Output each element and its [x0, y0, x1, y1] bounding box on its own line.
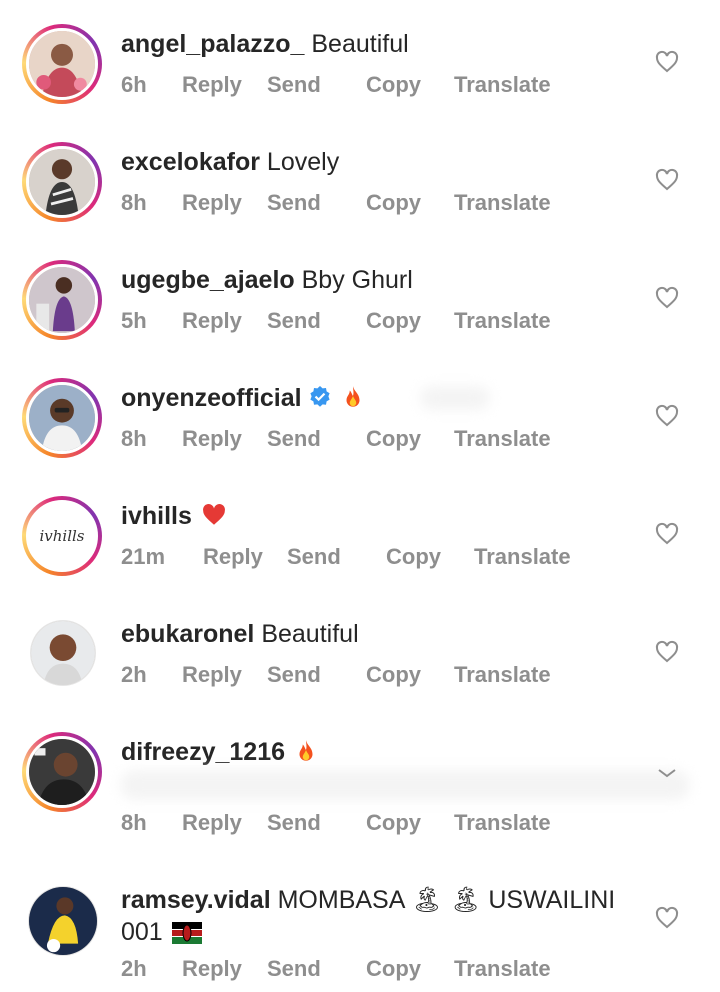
- username[interactable]: ramsey.vidal: [121, 886, 271, 914]
- like-heart-icon[interactable]: [655, 404, 679, 428]
- like-heart-icon[interactable]: [655, 50, 679, 74]
- avatar[interactable]: [22, 24, 102, 104]
- reply-button[interactable]: Reply: [203, 544, 263, 570]
- send-button[interactable]: Send: [267, 308, 321, 334]
- reply-button[interactable]: Reply: [182, 308, 242, 334]
- translate-button[interactable]: Translate: [474, 544, 571, 570]
- username[interactable]: ebukaronel: [121, 620, 254, 648]
- kenya-flag-emoji-icon: [171, 920, 203, 952]
- comment-text-continued: 001: [121, 918, 163, 946]
- comment-text: Lovely: [266, 148, 340, 176]
- like-heart-icon[interactable]: [655, 168, 679, 192]
- avatar[interactable]: [22, 378, 102, 458]
- avatar-photo: [31, 621, 95, 685]
- avatar-logo: ivhills: [26, 500, 98, 572]
- comment-time: 8h: [121, 810, 147, 835]
- verified-badge-icon: [308, 385, 332, 409]
- send-button[interactable]: Send: [267, 662, 321, 688]
- username[interactable]: excelokafor: [121, 148, 260, 176]
- reply-button[interactable]: Reply: [182, 72, 242, 98]
- reply-button[interactable]: Reply: [182, 190, 242, 216]
- copy-button[interactable]: Copy: [366, 810, 421, 836]
- copy-button[interactable]: Copy: [366, 426, 421, 452]
- comment-time: 8h: [121, 190, 147, 215]
- reply-button[interactable]: Reply: [182, 956, 242, 982]
- like-heart-icon[interactable]: [655, 522, 679, 546]
- username[interactable]: ivhills: [121, 502, 192, 530]
- avatar[interactable]: [28, 886, 98, 956]
- translate-button[interactable]: Translate: [454, 190, 551, 216]
- translate-button[interactable]: Translate: [454, 426, 551, 452]
- avatar-photo: [29, 385, 95, 451]
- translate-button[interactable]: Translate: [454, 72, 551, 98]
- comment-time: 5h: [121, 308, 147, 333]
- comment-time: 2h: [121, 662, 147, 687]
- avatar-photo: [29, 887, 97, 955]
- avatar-photo: [29, 149, 95, 215]
- like-heart-icon[interactable]: [655, 286, 679, 310]
- avatar[interactable]: [22, 142, 102, 222]
- send-button[interactable]: Send: [287, 544, 341, 570]
- copy-button[interactable]: Copy: [366, 190, 421, 216]
- avatar-photo: [29, 739, 95, 805]
- fire-emoji-icon: [293, 738, 319, 772]
- copy-button[interactable]: Copy: [366, 72, 421, 98]
- avatar[interactable]: [30, 620, 96, 686]
- comment-time: 6h: [121, 72, 147, 97]
- username[interactable]: onyenzeofficial: [121, 384, 302, 412]
- send-button[interactable]: Send: [267, 190, 321, 216]
- comment-text: Beautiful: [261, 620, 359, 648]
- reply-button[interactable]: Reply: [182, 426, 242, 452]
- reply-button[interactable]: Reply: [182, 662, 242, 688]
- comment-text: Beautiful: [311, 30, 409, 58]
- copy-button[interactable]: Copy: [386, 544, 441, 570]
- comment-text: Bby Ghurl: [301, 266, 413, 294]
- copy-button[interactable]: Copy: [366, 662, 421, 688]
- username[interactable]: difreezy_1216: [121, 738, 285, 766]
- comment-time: 2h: [121, 956, 147, 981]
- comment-time: 21m: [121, 544, 166, 569]
- comment-time: 8h: [121, 426, 147, 451]
- username[interactable]: angel_palazzo_: [121, 30, 304, 58]
- like-heart-icon[interactable]: [655, 906, 679, 930]
- comment-text: MOMBASA 🏝 🏝 USWAILINI: [277, 886, 616, 914]
- avatar-photo: [29, 31, 95, 97]
- send-button[interactable]: Send: [267, 810, 321, 836]
- avatar[interactable]: [22, 732, 102, 812]
- blurred-region: [120, 770, 690, 800]
- copy-button[interactable]: Copy: [366, 956, 421, 982]
- send-button[interactable]: Send: [267, 426, 321, 452]
- translate-button[interactable]: Translate: [454, 662, 551, 688]
- translate-button[interactable]: Translate: [454, 956, 551, 982]
- translate-button[interactable]: Translate: [454, 810, 551, 836]
- avatar-photo: [29, 267, 95, 333]
- username[interactable]: ugegbe_ajaelo: [121, 266, 295, 294]
- blurred-region: [420, 386, 490, 410]
- send-button[interactable]: Send: [267, 72, 321, 98]
- fire-emoji-icon: [340, 384, 366, 418]
- translate-button[interactable]: Translate: [454, 308, 551, 334]
- copy-button[interactable]: Copy: [366, 308, 421, 334]
- reply-button[interactable]: Reply: [182, 810, 242, 836]
- avatar[interactable]: ivhills: [22, 496, 102, 576]
- like-heart-icon[interactable]: [655, 640, 679, 664]
- like-heart-icon[interactable]: [655, 762, 679, 786]
- red-heart-emoji-icon: [200, 502, 228, 536]
- send-button[interactable]: Send: [267, 956, 321, 982]
- avatar[interactable]: [22, 260, 102, 340]
